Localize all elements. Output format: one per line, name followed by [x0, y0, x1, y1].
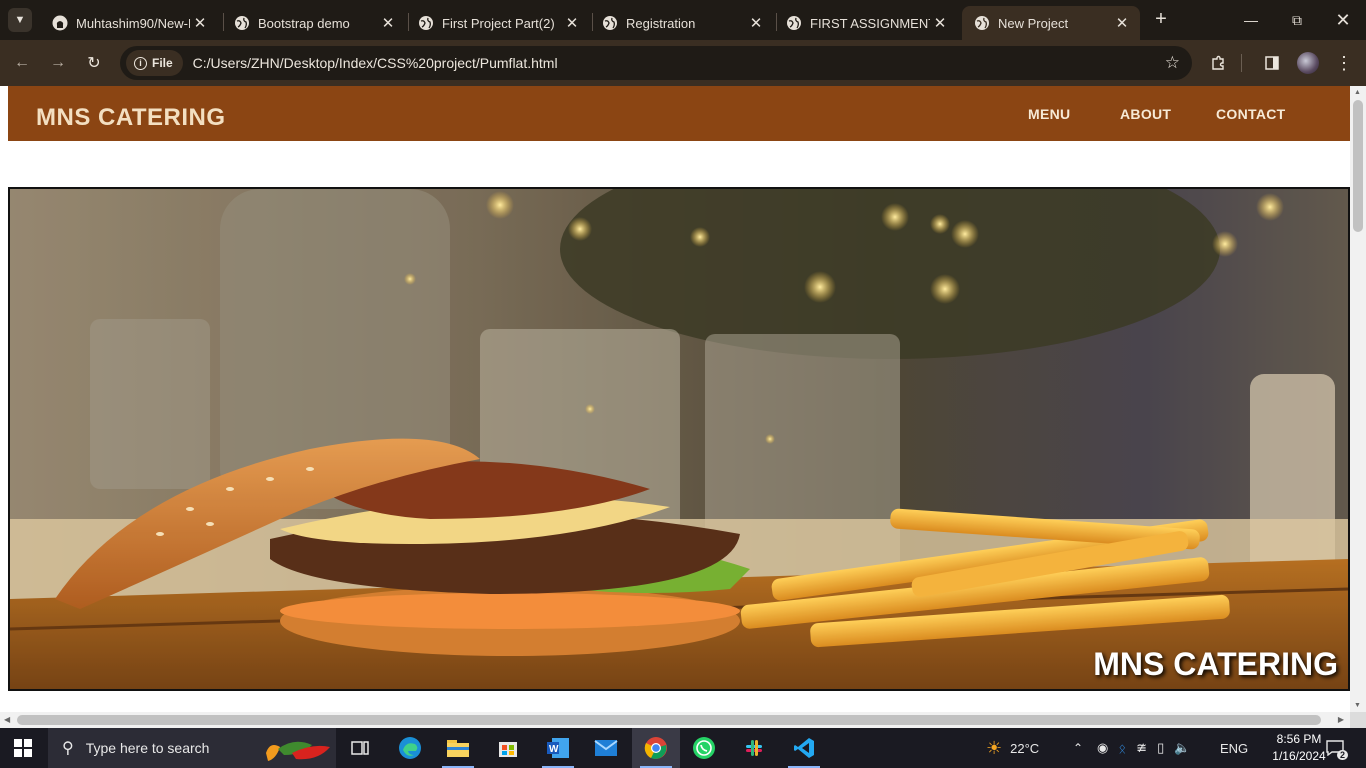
location-icon[interactable]: ◉ [1097, 740, 1108, 756]
tab-title: New Project [998, 15, 1069, 31]
search-placeholder: Type here to search [85, 740, 210, 756]
close-tab-icon[interactable]: ✕ [746, 13, 766, 33]
scroll-up-icon[interactable]: ▲ [1354, 89, 1361, 96]
tab-title: FIRST ASSIGNMENT [810, 15, 930, 31]
whatsapp-icon[interactable] [680, 728, 728, 768]
hero-caption: MNS CATERING [1093, 646, 1338, 682]
scroll-right-icon[interactable]: ▶ [1338, 715, 1344, 724]
close-window-button[interactable]: ✕ [1320, 0, 1366, 40]
mail-icon[interactable] [582, 728, 630, 768]
hero-banner: MNS CATERING [8, 187, 1350, 691]
nav-contact-link[interactable]: CONTACT [1216, 106, 1286, 122]
tab-title: Muhtashim90/New-P [76, 15, 190, 31]
windows-taskbar: ⚲ Type here to search W ☀ 22°C ⌃ ◉ ᛟ ≇ ▯… [0, 728, 1366, 768]
microsoft-store-icon[interactable] [484, 728, 532, 768]
arrow-right-icon: → [50, 54, 66, 71]
windows-start-icon[interactable] [14, 739, 32, 757]
horizontal-scroll-thumb[interactable] [17, 715, 1321, 725]
close-icon: ✕ [1335, 9, 1351, 30]
battery-icon[interactable]: ▯ [1157, 740, 1164, 756]
site-brand[interactable]: MNS CATERING [36, 104, 226, 132]
back-button[interactable]: ← [10, 51, 34, 75]
weather-temp: 22°C [1010, 740, 1040, 756]
system-tray-icons: ◉ ᛟ ≇ ▯ 🔈 [1097, 728, 1190, 768]
tab-strip: ▼ Muhtashim90/New-P ✕ Bootstrap demo ✕ F… [0, 0, 1366, 40]
tab-search-button[interactable]: ▼ [8, 8, 32, 32]
nav-menu-link[interactable]: MENU [1028, 106, 1070, 122]
globe-icon [602, 15, 618, 31]
svg-text:W: W [549, 744, 559, 755]
reload-icon: ↻ [87, 55, 101, 72]
scheme-label: File [152, 56, 173, 70]
chrome-icon[interactable] [632, 728, 680, 768]
reload-button[interactable]: ↻ [82, 51, 106, 75]
hero-image-burger-fries [10, 189, 1348, 689]
volume-icon[interactable]: 🔈 [1174, 740, 1190, 756]
word-icon[interactable]: W [534, 728, 582, 768]
weather-widget[interactable]: ☀ 22°C [986, 728, 1039, 768]
vertical-scroll-thumb[interactable] [1353, 100, 1363, 232]
new-tab-button[interactable]: + [1150, 8, 1172, 30]
url-text[interactable]: C:/Users/ZHN/Desktop/Index/CSS%20project… [193, 55, 558, 71]
tab-title: Bootstrap demo [258, 15, 350, 31]
address-bar[interactable]: i File C:/Users/ZHN/Desktop/Index/CSS%20… [120, 46, 1192, 80]
globe-icon [234, 15, 250, 31]
globe-icon [418, 15, 434, 31]
chili-pepper-icon[interactable] [262, 733, 332, 763]
vertical-scrollbar[interactable]: ▲ ▼ [1350, 86, 1366, 712]
globe-icon [786, 15, 802, 31]
close-tab-icon[interactable]: ✕ [930, 13, 950, 33]
slack-icon[interactable] [730, 728, 778, 768]
tray-overflow-icon[interactable]: ⌃ [1073, 728, 1083, 768]
github-icon [52, 15, 68, 31]
bluetooth-icon[interactable]: ᛟ [1118, 741, 1126, 756]
side-panel-icon[interactable] [1260, 51, 1284, 75]
file-explorer-icon[interactable] [434, 728, 482, 768]
search-icon: ⚲ [62, 740, 74, 757]
scroll-left-icon[interactable]: ◀ [4, 715, 10, 724]
tab-first-project[interactable]: First Project Part(2) ✕ [406, 6, 590, 40]
minimize-button[interactable]: — [1228, 0, 1274, 40]
site-info-chip[interactable]: i File [126, 50, 183, 76]
forward-button[interactable]: → [46, 51, 70, 75]
notification-count: 2 [1336, 750, 1348, 760]
weather-icon: ☀ [986, 737, 1003, 758]
task-view-icon[interactable] [336, 728, 384, 768]
menu-kebab-icon[interactable]: ⋮ [1332, 51, 1356, 75]
info-icon: i [134, 56, 147, 70]
close-tab-icon[interactable]: ✕ [1112, 13, 1132, 33]
tab-registration[interactable]: Registration ✕ [590, 6, 774, 40]
site-navbar: MNS CATERING MENU ABOUT CONTACT [8, 86, 1350, 141]
minimize-icon: — [1244, 12, 1258, 28]
wifi-icon[interactable]: ≇ [1136, 740, 1147, 756]
vscode-icon[interactable] [780, 728, 828, 768]
restore-icon: ⧉ [1292, 11, 1302, 28]
tab-title: Registration [626, 15, 696, 31]
tab-title: First Project Part(2) [442, 15, 555, 31]
restore-button[interactable]: ⧉ [1274, 0, 1320, 40]
edge-icon[interactable] [386, 728, 434, 768]
close-tab-icon[interactable]: ✕ [378, 13, 398, 33]
chevron-down-icon: ▼ [14, 14, 26, 26]
tab-github[interactable]: Muhtashim90/New-P ✕ [40, 6, 218, 40]
bookmark-star-icon[interactable]: ☆ [1165, 53, 1180, 73]
arrow-left-icon: ← [14, 54, 30, 71]
language-indicator[interactable]: ENG [1220, 728, 1248, 768]
tab-first-assignment[interactable]: FIRST ASSIGNMENT ✕ [774, 6, 958, 40]
extensions-icon[interactable] [1206, 51, 1230, 75]
nav-about-link[interactable]: ABOUT [1120, 106, 1171, 122]
tab-new-project[interactable]: New Project ✕ [962, 6, 1140, 40]
profile-avatar[interactable] [1297, 52, 1319, 74]
close-tab-icon[interactable]: ✕ [562, 13, 582, 33]
tab-bootstrap-demo[interactable]: Bootstrap demo ✕ [222, 6, 406, 40]
horizontal-scrollbar[interactable]: ◀ ▶ [0, 712, 1350, 728]
browser-toolbar: ← → ↻ i File C:/Users/ZHN/Desktop/Index/… [0, 40, 1366, 86]
scroll-down-icon[interactable]: ▼ [1354, 702, 1361, 709]
scrollbar-corner [1350, 712, 1366, 728]
close-tab-icon[interactable]: ✕ [190, 13, 210, 33]
page-viewport: MNS CATERING MENU ABOUT CONTACT MNS CATE… [0, 86, 1350, 712]
notifications-icon[interactable]: 2 [1326, 740, 1348, 760]
globe-icon [974, 15, 990, 31]
